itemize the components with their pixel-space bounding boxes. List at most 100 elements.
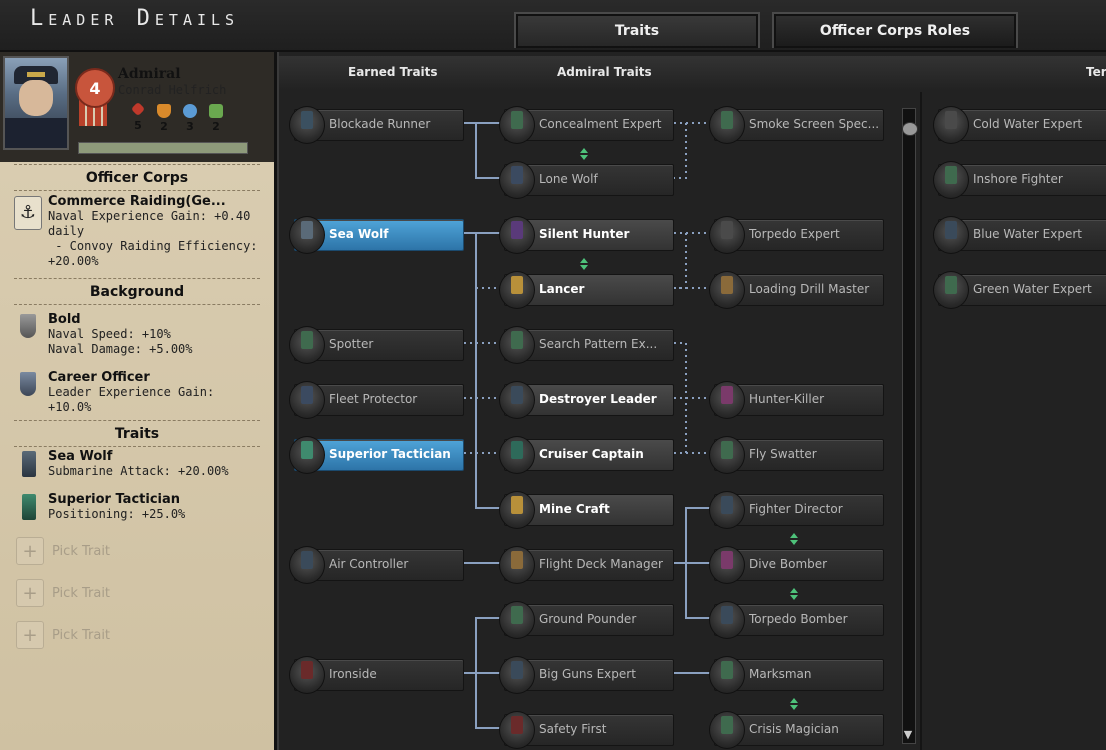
trait-node-dive-bomber[interactable]: Dive Bomber [709, 546, 884, 584]
trait-sea-wolf[interactable]: Sea Wolf Submarine Attack: +20.00% [14, 449, 270, 487]
medal-icon [499, 546, 535, 584]
scroll-down-button[interactable]: ▼ [900, 728, 916, 742]
medal-icon [499, 381, 535, 419]
medal-icon [289, 546, 325, 584]
trait-node-hunter-killer[interactable]: Hunter-Killer [709, 381, 884, 419]
trait-superior-tactician[interactable]: Superior Tactician Positioning: +25.0% [14, 492, 270, 530]
trait-node-torpedo-expert[interactable]: Torpedo Expert [709, 216, 884, 254]
defense-skill: 2 [156, 104, 172, 133]
medal-icon [709, 216, 745, 254]
swap-arrows-icon [579, 148, 589, 160]
experience-bar [78, 142, 248, 154]
swap-arrows-icon [789, 698, 799, 710]
medal-icon [499, 271, 535, 309]
trait-node-air-controller[interactable]: Air Controller [289, 546, 464, 584]
trait-node-silent-hunter[interactable]: Silent Hunter [499, 216, 674, 254]
anchor-icon: ⚓ [14, 196, 42, 230]
medal-icon [499, 216, 535, 254]
shield-icon [20, 372, 36, 396]
medal-icon [499, 106, 535, 144]
pick-trait-slot-3[interactable]: + Pick Trait [16, 621, 110, 649]
medal-icon [709, 601, 745, 639]
column-divider [920, 92, 922, 750]
trait-node-cruiser-captain[interactable]: Cruiser Captain [499, 436, 674, 474]
officer-corps-entry[interactable]: ⚓ Commerce Raiding(Ge... Naval Experienc… [14, 194, 270, 274]
defense-icon [157, 104, 171, 118]
column-terrain-traits: Ter [1086, 65, 1106, 79]
trait-node-fighter-director[interactable]: Fighter Director [709, 491, 884, 529]
trait-node-lancer[interactable]: Lancer [499, 271, 674, 309]
scroll-thumb[interactable] [902, 122, 918, 136]
trait-node-mine-craft[interactable]: Mine Craft [499, 491, 674, 529]
trait-node-flight-deck-manager[interactable]: Flight Deck Manager [499, 546, 674, 584]
tab-traits[interactable]: Traits [514, 12, 760, 48]
leader-name: Conrad Helfrich [118, 83, 227, 97]
trait-node-superior-tactician[interactable]: Superior Tactician [289, 436, 464, 474]
attack-skill: 5 [130, 101, 146, 133]
medal-icon [499, 161, 535, 199]
medal-icon [499, 491, 535, 529]
medal-icon [933, 161, 969, 199]
medal-icon [709, 656, 745, 694]
trait-node-lone-wolf[interactable]: Lone Wolf [499, 161, 674, 199]
trait-node-destroyer-leader[interactable]: Destroyer Leader [499, 381, 674, 419]
maneuvering-icon [183, 104, 197, 118]
top-bar: Leader Details Traits Officer Corps Role… [0, 0, 1106, 52]
plus-icon: + [16, 537, 44, 565]
trait-node-spotter[interactable]: Spotter [289, 326, 464, 364]
rank-level: 4 [75, 68, 115, 108]
trait-node-torpedo-bomber[interactable]: Torpedo Bomber [709, 601, 884, 639]
trait-node-sea-wolf[interactable]: Sea Wolf [289, 216, 464, 254]
trait-node-blue-water-expert[interactable]: Blue Water Expert [933, 216, 1106, 254]
trait-node-concealment-expert[interactable]: Concealment Expert [499, 106, 674, 144]
coordination-skill: 2 [208, 104, 224, 133]
medal-icon [709, 271, 745, 309]
leader-rank: Admiral [118, 66, 181, 82]
medal-icon [709, 436, 745, 474]
pick-trait-slot-2[interactable]: + Pick Trait [16, 579, 110, 607]
trait-node-blockade-runner[interactable]: Blockade Runner [289, 106, 464, 144]
medal-icon [933, 216, 969, 254]
trait-node-inshore-fighter[interactable]: Inshore Fighter [933, 161, 1106, 199]
plus-icon: + [16, 579, 44, 607]
rank-insignia-icon: 4 [73, 62, 115, 126]
trait-node-search-pattern-expert[interactable]: Search Pattern Ex... [499, 326, 674, 364]
medal-icon [709, 711, 745, 749]
medal-icon [933, 106, 969, 144]
trait-node-fleet-protector[interactable]: Fleet Protector [289, 381, 464, 419]
trait-node-loading-drill-master[interactable]: Loading Drill Master [709, 271, 884, 309]
background-career-officer[interactable]: Career Officer Leader Experience Gain: +… [14, 370, 270, 414]
medal-icon [933, 271, 969, 309]
medal-icon [709, 491, 745, 529]
column-earned-traits: Earned Traits [348, 65, 438, 79]
trait-node-cold-water-expert[interactable]: Cold Water Expert [933, 106, 1106, 144]
trait-node-green-water-expert[interactable]: Green Water Expert [933, 271, 1106, 309]
medal-icon [289, 106, 325, 144]
medal-icon [499, 656, 535, 694]
background-bold[interactable]: Bold Naval Speed: +10% Naval Damage: +5.… [14, 312, 270, 356]
leader-panel: 4 Admiral Conrad Helfrich 5 2 3 2 Office… [0, 52, 277, 750]
medal-icon [499, 711, 535, 749]
tree-scrollbar[interactable] [902, 108, 916, 744]
leader-portrait [3, 56, 69, 150]
trait-node-fly-swatter[interactable]: Fly Swatter [709, 436, 884, 474]
trait-node-crisis-magician[interactable]: Crisis Magician [709, 711, 884, 749]
medal-icon [289, 216, 325, 254]
trait-node-big-guns-expert[interactable]: Big Guns Expert [499, 656, 674, 694]
skill-row: 5 2 3 2 [130, 101, 224, 133]
medal-icon [499, 436, 535, 474]
swap-arrows-icon [579, 258, 589, 270]
trait-node-marksman[interactable]: Marksman [709, 656, 884, 694]
trait-node-ironside[interactable]: Ironside [289, 656, 464, 694]
pick-trait-slot-1[interactable]: + Pick Trait [16, 537, 110, 565]
trait-node-ground-pounder[interactable]: Ground Pounder [499, 601, 674, 639]
medal-icon [289, 326, 325, 364]
medal-icon [709, 546, 745, 584]
traits-heading: Traits [0, 420, 274, 447]
trait-node-safety-first[interactable]: Safety First [499, 711, 674, 749]
column-admiral-traits: Admiral Traits [557, 65, 652, 79]
tab-officer-corps-roles[interactable]: Officer Corps Roles [772, 12, 1018, 48]
trait-node-smoke-screen-specialist[interactable]: Smoke Screen Spec... [709, 106, 884, 144]
medal-icon [289, 436, 325, 474]
medal-icon [22, 494, 36, 520]
